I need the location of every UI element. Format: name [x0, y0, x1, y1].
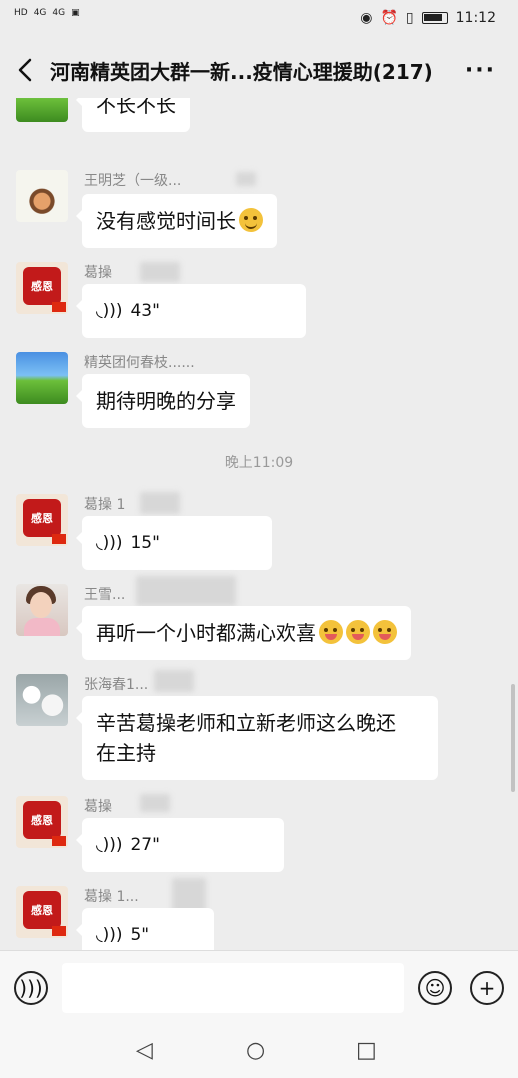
message-bubble[interactable]: 期待明晚的分享: [76, 374, 250, 428]
avatar-badge: 感恩: [23, 891, 61, 929]
voice-message-bubble[interactable]: ◟))) 43": [76, 284, 306, 338]
voice-duration: 43": [130, 301, 160, 321]
home-nav-icon[interactable]: ○: [246, 1038, 265, 1063]
voice-message-bubble[interactable]: ◟))) 15": [76, 516, 272, 570]
app-notification-icon: ▣: [71, 8, 80, 18]
message-text: 再听一个小时都满心欢喜: [96, 621, 316, 645]
blur-mask: [140, 262, 180, 282]
alarm-icon: ⏰: [380, 10, 398, 26]
flag-icon: [52, 926, 66, 936]
voice-wave-icon: ◟))): [96, 301, 123, 321]
avatar[interactable]: [16, 674, 68, 726]
recent-apps-icon[interactable]: □: [356, 1038, 377, 1063]
input-bar: ))) ☺ +: [0, 950, 518, 1026]
signal-icon-2: 4G: [52, 8, 66, 18]
sender-name: 王明芝（一级...: [84, 173, 182, 189]
tongue-emoji-icon: [319, 620, 343, 644]
navigation-bar: ◁ ○ □: [0, 1026, 518, 1078]
voice-icon[interactable]: ))): [14, 971, 48, 1005]
message-bubble[interactable]: 没有感觉时间长: [76, 194, 277, 248]
tongue-emoji-icon: [346, 620, 370, 644]
scrollbar[interactable]: [511, 684, 515, 792]
avatar-badge: 感恩: [23, 499, 61, 537]
signal-icon: 4G: [33, 8, 47, 18]
avatar[interactable]: 感恩: [16, 886, 68, 938]
chat-header: 河南精英团大群一新...疫情心理援助(217) ···: [0, 42, 518, 98]
chat-timestamp: 晚上11:09: [224, 455, 294, 471]
add-icon[interactable]: +: [470, 971, 504, 1005]
sender-name: 张海春1...: [84, 677, 149, 693]
sim-icon: HD: [14, 8, 28, 18]
avatar-badge: 感恩: [23, 801, 61, 839]
avatar[interactable]: [16, 352, 68, 404]
avatar[interactable]: 感恩: [16, 262, 68, 314]
flag-icon: [52, 534, 66, 544]
tongue-emoji-icon: [373, 620, 397, 644]
message-text-line: 在主持: [96, 741, 156, 765]
message-bubble[interactable]: 辛苦葛操老师和立新老师这么晚还 在主持: [76, 696, 438, 780]
blur-mask: [236, 172, 256, 186]
blur-mask: [136, 576, 236, 606]
sender-name: 精英团何春枝......: [84, 355, 195, 371]
vibrate-icon: ▯: [405, 10, 414, 26]
flag-icon: [52, 836, 66, 846]
chat-list[interactable]: 不长不长 王明芝（一级... 没有感觉时间长 感恩 葛操 ◟))) 43" 精英…: [0, 98, 518, 950]
voice-wave-icon: ◟))): [96, 533, 123, 553]
avatar-badge: 感恩: [23, 267, 61, 305]
emoji-icon[interactable]: ☺: [418, 971, 452, 1005]
smile-emoji-icon: [239, 208, 263, 232]
message-text: 不长不长: [96, 98, 176, 117]
blur-mask: [140, 492, 180, 514]
sender-name: 葛操: [84, 799, 112, 815]
message-bubble[interactable]: 再听一个小时都满心欢喜: [76, 606, 411, 660]
message-text-line: 辛苦葛操老师和立新老师这么晚还: [96, 711, 396, 735]
message-text: 期待明晚的分享: [96, 389, 236, 413]
eye-icon: ◉: [360, 10, 373, 26]
back-nav-icon[interactable]: ◁: [136, 1038, 153, 1063]
flag-icon: [52, 302, 66, 312]
chat-title: 河南精英团大群一新...疫情心理援助(217): [50, 60, 433, 84]
avatar[interactable]: 感恩: [16, 796, 68, 848]
avatar[interactable]: [16, 584, 68, 636]
status-left: HD 4G 4G ▣: [14, 8, 80, 18]
sender-name: 王雪...: [84, 587, 126, 603]
avatar[interactable]: [16, 98, 68, 122]
voice-duration: 27": [130, 835, 160, 855]
voice-message-bubble[interactable]: ◟))) 27": [76, 818, 284, 872]
message-bubble[interactable]: 不长不长: [76, 98, 190, 132]
voice-duration: 15": [130, 533, 160, 553]
avatar[interactable]: 感恩: [16, 494, 68, 546]
status-time: 11:12: [455, 10, 496, 26]
blur-mask: [140, 794, 170, 812]
voice-wave-icon: ◟))): [96, 925, 123, 945]
avatar[interactable]: [16, 170, 68, 222]
sender-name: 葛操 1: [84, 497, 126, 513]
status-right: ◉ ⏰ ▯ 11:12: [360, 10, 496, 26]
sender-name: 葛操 1...: [84, 889, 139, 905]
voice-message-bubble[interactable]: ◟))) 5": [76, 908, 214, 950]
status-bar: HD 4G 4G ▣ ◉ ⏰ ▯ 11:12: [0, 0, 518, 40]
battery-icon: [421, 12, 448, 24]
back-icon[interactable]: [14, 56, 38, 84]
more-options-icon[interactable]: ···: [465, 58, 496, 83]
message-text: 没有感觉时间长: [96, 209, 236, 233]
message-input[interactable]: [62, 963, 404, 1013]
voice-duration: 5": [130, 925, 150, 945]
voice-wave-icon: ◟))): [96, 835, 123, 855]
sender-name: 葛操: [84, 265, 112, 281]
blur-mask: [154, 670, 194, 692]
